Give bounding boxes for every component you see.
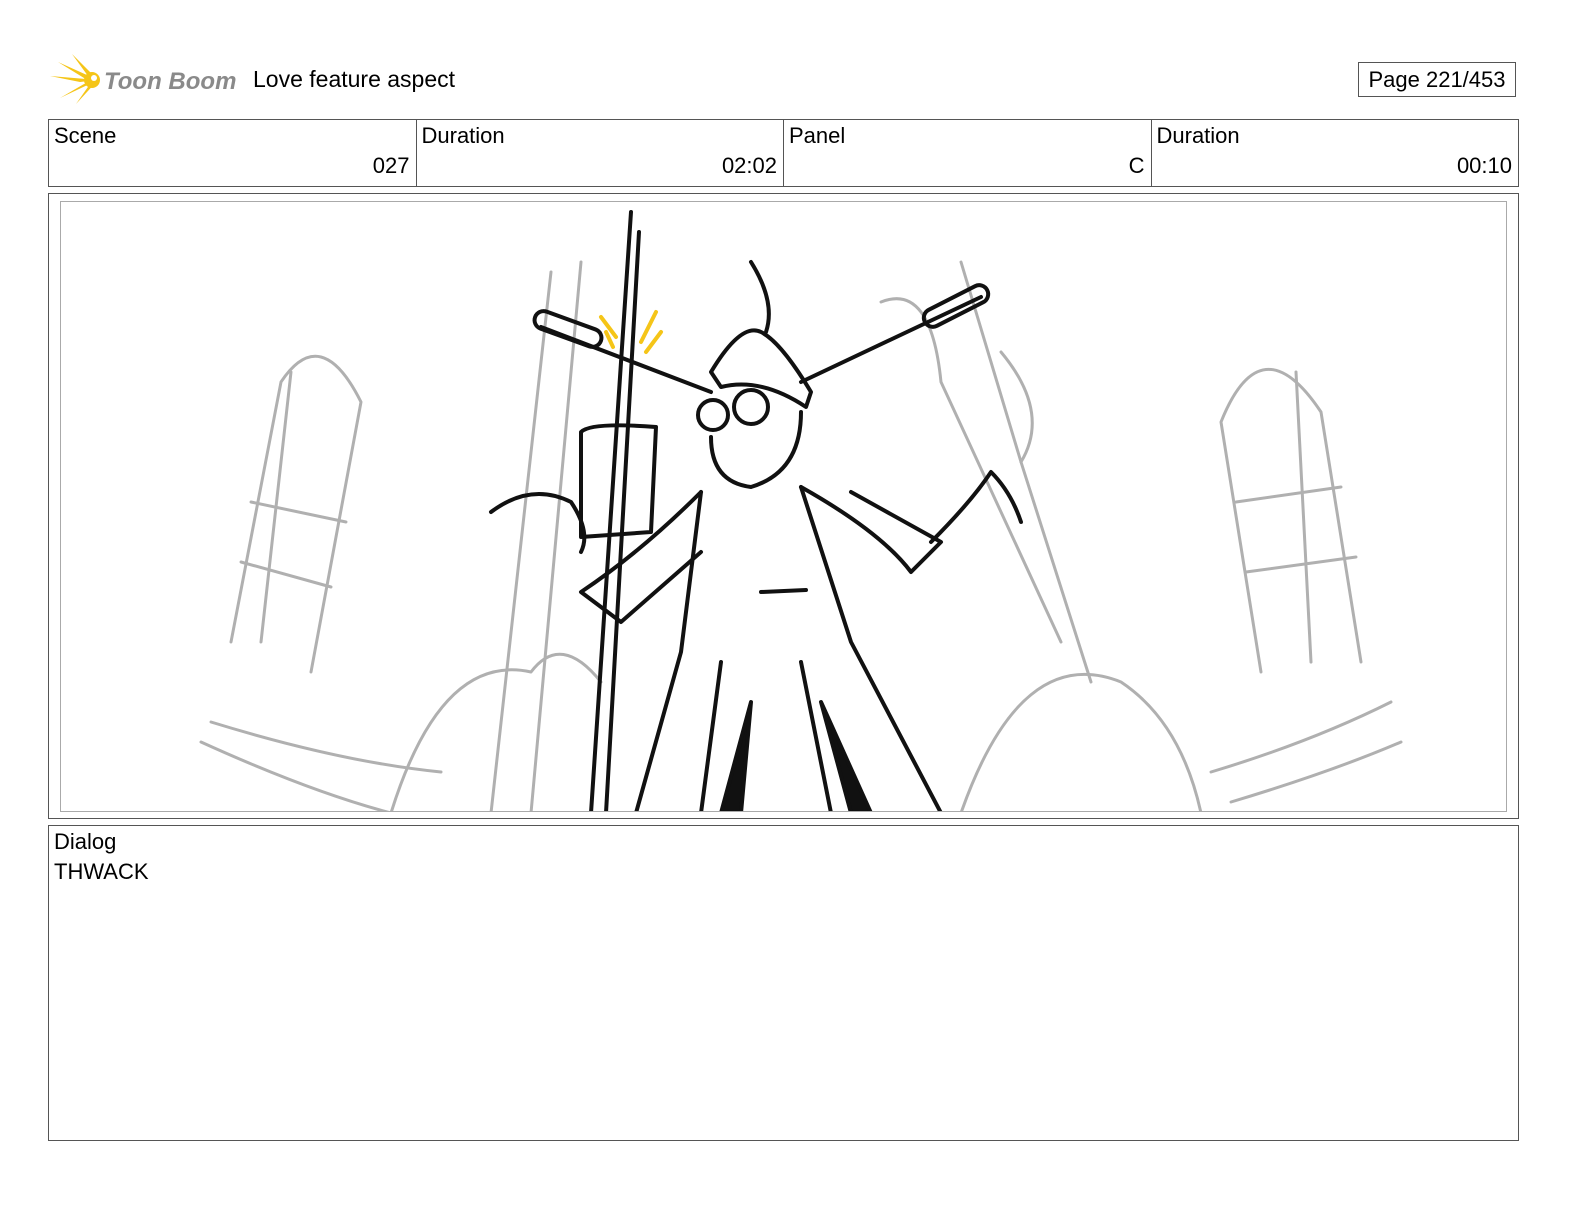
- panel-duration-value: 00:10: [1456, 153, 1512, 178]
- scene-label: Scene: [54, 123, 117, 148]
- panel-duration-label: Duration: [1156, 123, 1240, 148]
- project-title: Love feature aspect: [253, 66, 456, 92]
- toon-boom-logo: Toon Boom: [50, 54, 240, 106]
- scene-duration-cell: Duration 02:02: [417, 120, 784, 186]
- scene-duration-label: Duration: [421, 123, 505, 148]
- panel-value: C: [1128, 153, 1145, 178]
- scene-duration-value: 02:02: [721, 153, 777, 178]
- panel-label: Panel: [789, 123, 846, 148]
- storyboard-panel: [48, 193, 1519, 819]
- scene-value: 027: [372, 153, 410, 178]
- page-number: Page 221/453: [1358, 62, 1516, 97]
- dialog-label: Dialog: [54, 829, 117, 854]
- scene-cell: Scene 027: [49, 120, 417, 186]
- panel-duration-cell: Duration 00:10: [1152, 120, 1519, 186]
- panel-cell: Panel C: [784, 120, 1152, 186]
- panel-sketch-image: [60, 201, 1507, 812]
- panel-info-table: Scene 027 Duration 02:02 Panel C Duration 00…: [48, 119, 1519, 187]
- svg-text:Toon Boom: Toon Boom: [104, 68, 236, 95]
- dialog-box: Dialog THWACK: [48, 825, 1519, 1141]
- dialog-text: THWACK: [54, 859, 149, 884]
